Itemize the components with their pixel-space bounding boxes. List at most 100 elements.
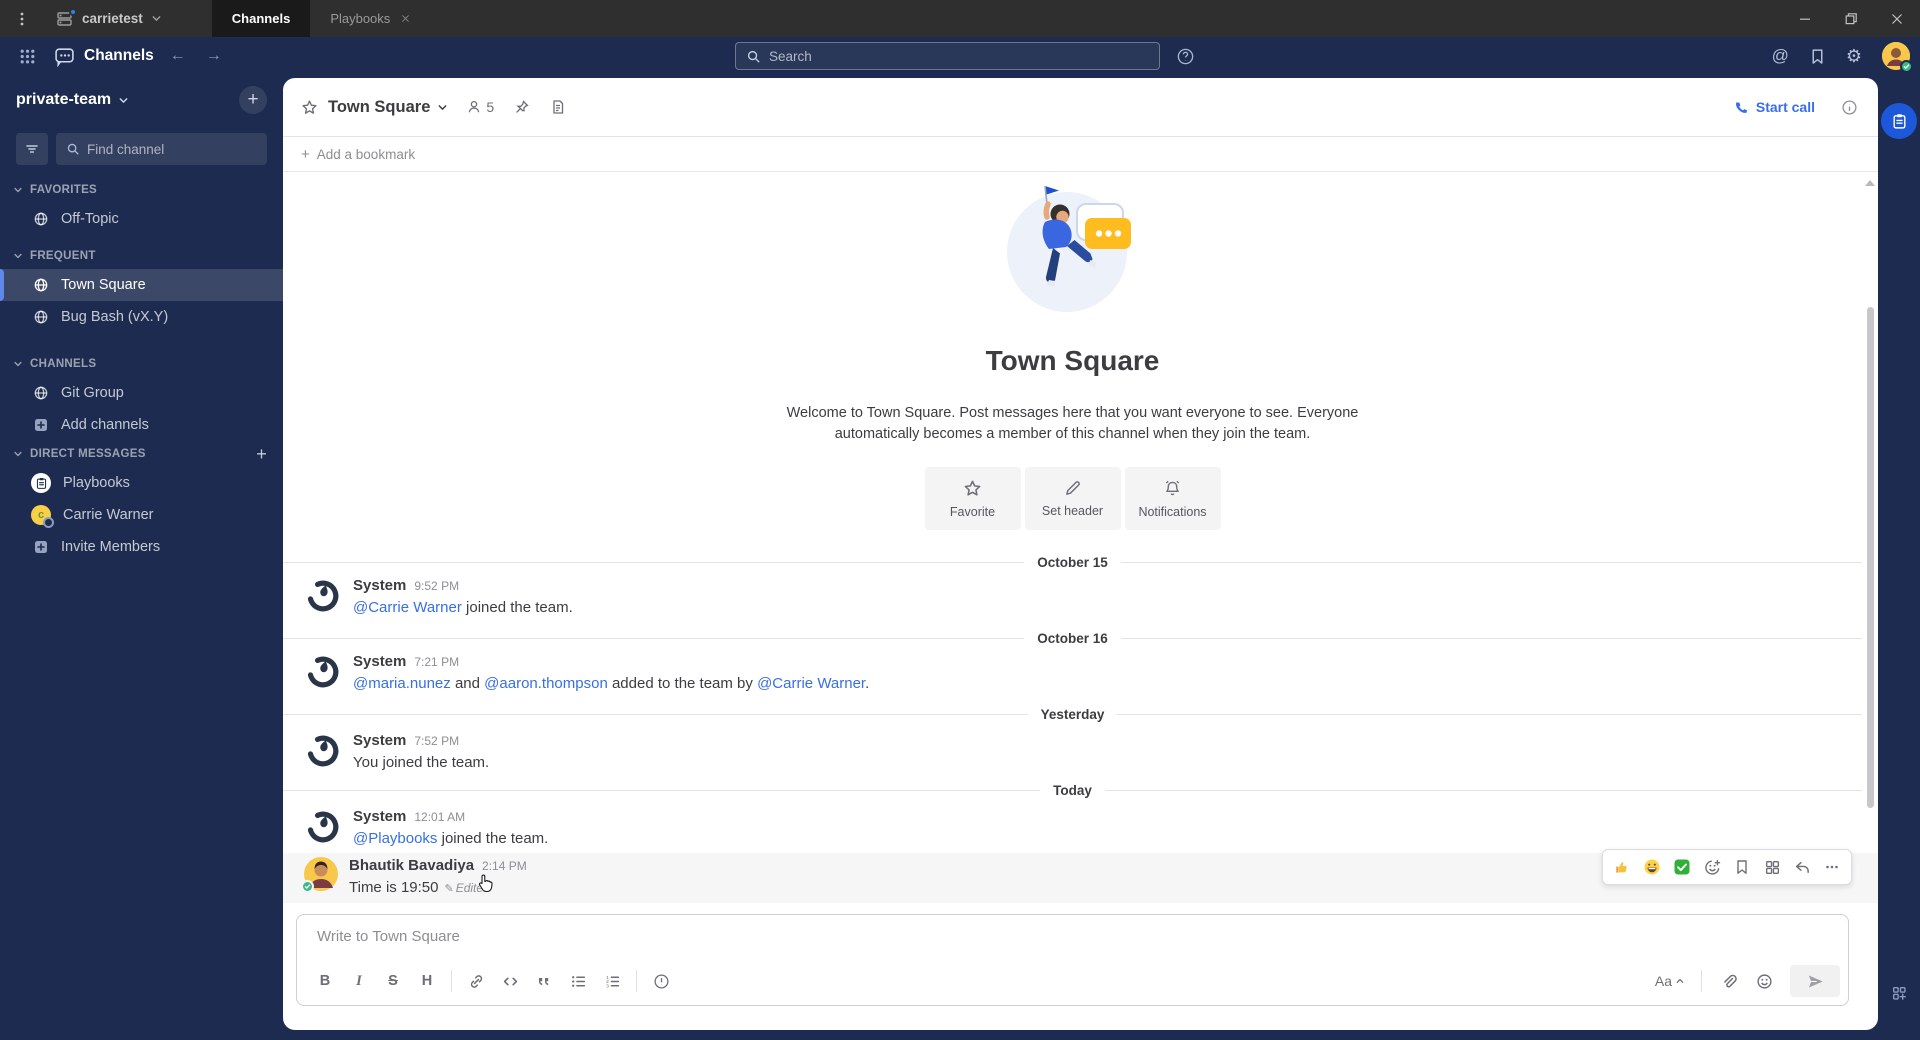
quick-reaction-grinning-button[interactable] [1638, 853, 1666, 881]
sidebar-item-add-channels[interactable]: Add channels [0, 409, 283, 441]
set-header-button[interactable]: Set header [1024, 467, 1121, 531]
start-call-button[interactable]: Start call [1733, 99, 1815, 115]
notifications-button[interactable]: Notifications [1124, 467, 1221, 531]
section-header-favorites[interactable]: FAVORITES [0, 177, 283, 203]
emoji-picker-button[interactable] [1748, 965, 1780, 997]
bell-icon [1163, 479, 1182, 498]
restore-button[interactable] [1828, 0, 1874, 37]
user-mention-link[interactable]: @Carrie Warner [353, 599, 462, 616]
sidebar-item-bug-bash[interactable]: Bug Bash (vX.Y) [0, 301, 283, 333]
user-mention-link[interactable]: @aaron.thompson [484, 675, 608, 692]
message-actions-button[interactable] [1758, 853, 1786, 881]
tab-playbooks[interactable]: Playbooks [310, 0, 431, 37]
channel-files-button[interactable] [550, 99, 566, 115]
section-header-frequent[interactable]: FREQUENT [0, 243, 283, 269]
app-menu-button[interactable] [0, 0, 44, 37]
sidebar-item-playbooks[interactable]: Playbooks [0, 467, 283, 499]
user-mention-link[interactable]: @maria.nunez [353, 675, 451, 692]
favorite-button[interactable]: Favorite [924, 467, 1021, 531]
save-message-button[interactable] [1728, 853, 1756, 881]
sidebar-item-git-group[interactable]: Git Group [0, 377, 283, 409]
user-avatar[interactable] [1882, 42, 1913, 73]
message-priority-button[interactable] [645, 965, 677, 997]
add-direct-message-button[interactable]: + [256, 444, 267, 465]
user-mention-link[interactable]: @Playbooks [353, 830, 437, 847]
scrollbar-up-arrow[interactable] [1865, 180, 1875, 186]
sidebar-item-off-topic[interactable]: Off-Topic [0, 203, 283, 235]
product-switcher-button[interactable] [10, 48, 44, 65]
channel-filter-button[interactable] [16, 133, 48, 165]
quick-reaction-thumbs-up-button[interactable] [1608, 853, 1636, 881]
pinned-posts-button[interactable] [514, 99, 530, 115]
find-channel-box[interactable] [56, 133, 267, 165]
product-title[interactable]: Channels [54, 46, 154, 67]
chevron-down-icon [13, 251, 23, 261]
quick-reaction-check-button[interactable] [1668, 853, 1696, 881]
hide-formatting-button[interactable]: Aa [1649, 965, 1691, 997]
tab-channels[interactable]: Channels [211, 0, 311, 37]
message-input[interactable] [317, 928, 1828, 945]
message-author[interactable]: Bhautik Bavadiya [349, 857, 474, 874]
channel-intro-description: Welcome to Town Square. Post messages he… [786, 405, 1359, 443]
plus-square-icon [33, 417, 49, 433]
link-button[interactable] [460, 965, 492, 997]
app-marketplace-button[interactable] [1878, 985, 1920, 1002]
quote-button[interactable] [528, 965, 560, 997]
close-tab-icon[interactable] [400, 13, 411, 24]
user-mention-link[interactable]: @Carrie Warner [757, 675, 865, 692]
search-box[interactable] [735, 42, 1160, 70]
settings-button[interactable]: ⚙ [1846, 47, 1862, 65]
close-button[interactable] [1874, 0, 1920, 37]
star-icon [963, 479, 982, 498]
search-input[interactable] [769, 48, 1149, 64]
plus-icon: + [301, 145, 310, 163]
bulleted-list-button[interactable] [562, 965, 594, 997]
add-bookmark-bar[interactable]: + Add a bookmark [283, 137, 1878, 172]
priority-icon [653, 973, 670, 990]
globe-icon [33, 385, 49, 401]
global-header: Channels ← → @ ⚙ [0, 37, 1920, 75]
saved-posts-button[interactable] [1809, 48, 1826, 65]
forward-button[interactable]: → [206, 48, 222, 64]
server-icon [56, 7, 77, 27]
playbooks-app-button[interactable] [1881, 103, 1917, 139]
reply-button[interactable] [1788, 853, 1816, 881]
numbered-list-icon [604, 973, 621, 990]
more-actions-button[interactable] [1818, 853, 1846, 881]
numbered-list-button[interactable] [596, 965, 628, 997]
help-button[interactable] [1176, 47, 1195, 71]
find-channel-input[interactable] [87, 141, 257, 157]
center-channel: Town Square 5 Start call + Add a bookmar… [283, 78, 1878, 1030]
italic-button[interactable]: I [343, 965, 375, 997]
bookmark-icon [1809, 48, 1826, 65]
bookmark-icon [1734, 859, 1750, 875]
mentions-button[interactable]: @ [1772, 46, 1789, 66]
channel-info-button[interactable] [1841, 99, 1858, 116]
sidebar-item-town-square[interactable]: Town Square [0, 269, 283, 301]
strikethrough-button[interactable]: S [377, 965, 409, 997]
heading-button[interactable]: H [411, 965, 443, 997]
section-direct-messages: DIRECT MESSAGES + Playbooks c Carrie War… [0, 441, 283, 563]
code-icon [502, 973, 519, 990]
add-channel-button[interactable]: + [239, 86, 267, 114]
sidebar-item-invite-members[interactable]: Invite Members [0, 531, 283, 563]
favorite-channel-button[interactable] [301, 99, 318, 116]
bold-button[interactable]: B [309, 965, 341, 997]
attach-file-button[interactable] [1712, 965, 1744, 997]
message-composer[interactable]: B I S H Aa [296, 914, 1849, 1006]
hovered-message-row[interactable]: Bhautik Bavadiya 2:14 PM Time is 19:50 ✎ Ed… [283, 849, 1878, 903]
section-header-channels[interactable]: CHANNELS [0, 351, 283, 377]
scrollbar-thumb[interactable] [1867, 307, 1874, 808]
server-selector[interactable]: carrietest [44, 0, 184, 37]
sidebar-item-carrie-warner[interactable]: c Carrie Warner [0, 499, 283, 531]
code-button[interactable] [494, 965, 526, 997]
add-reaction-button[interactable] [1698, 853, 1726, 881]
team-menu-button[interactable]: private-team [16, 91, 129, 109]
section-header-direct-messages[interactable]: DIRECT MESSAGES + [0, 441, 283, 467]
channel-members-button[interactable]: 5 [466, 99, 494, 115]
back-button[interactable]: ← [170, 48, 186, 64]
cursor-pointer [473, 872, 497, 896]
channel-title-menu[interactable]: Town Square [328, 98, 448, 117]
send-message-button[interactable] [1790, 965, 1840, 997]
minimize-button[interactable] [1782, 0, 1828, 37]
